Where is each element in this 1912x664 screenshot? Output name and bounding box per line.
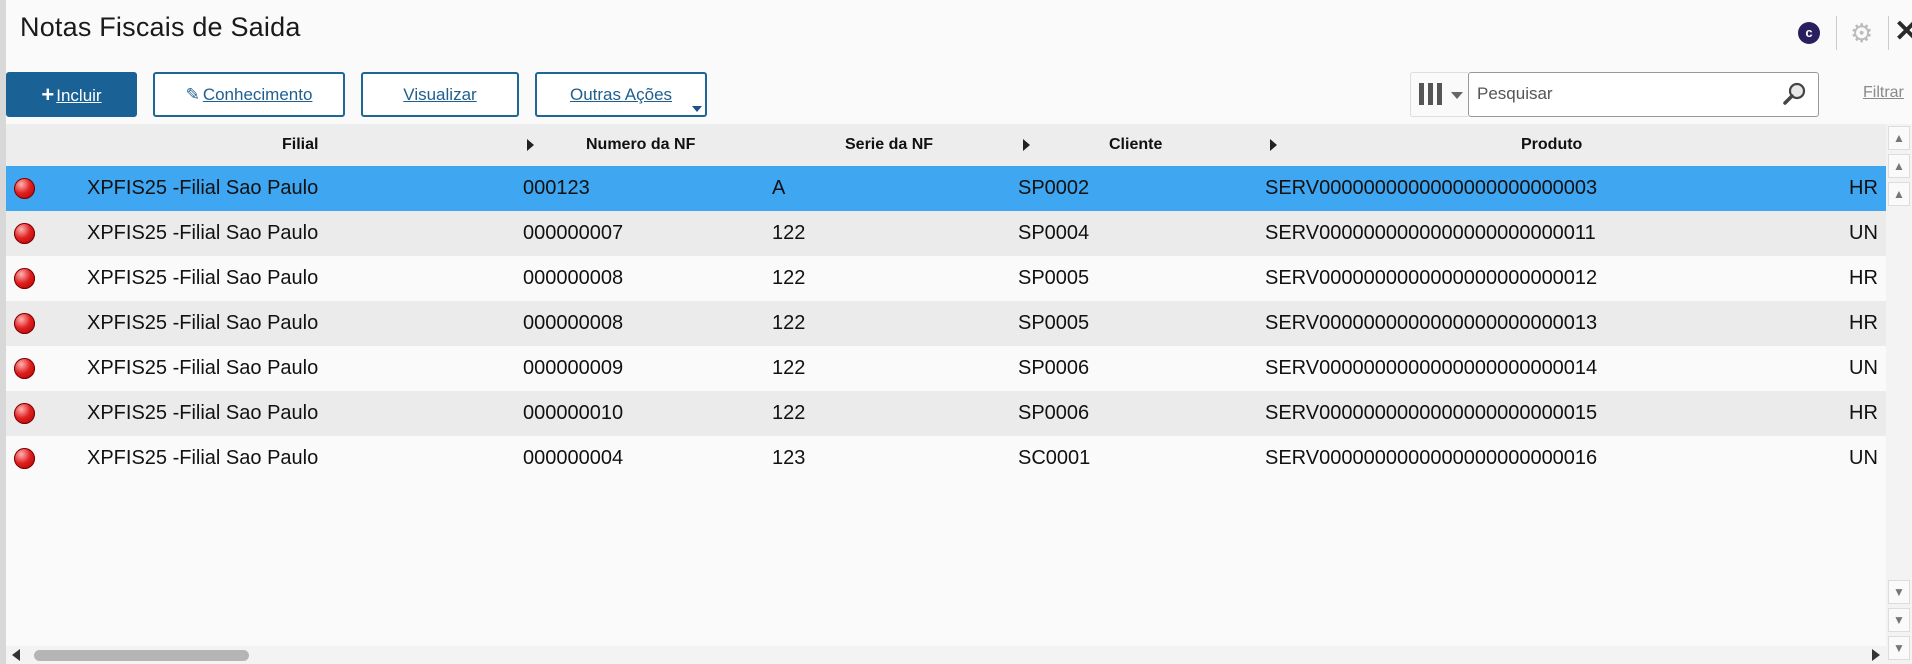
cell-serie: 122 bbox=[772, 267, 806, 289]
cell-serie: 123 bbox=[772, 447, 806, 469]
scroll-bottom-icon[interactable]: ▼ bbox=[1888, 636, 1910, 660]
cell-produto: SERV0000000000000000000000011 bbox=[1265, 222, 1596, 244]
status-red-icon bbox=[14, 223, 35, 244]
cell-serie: 122 bbox=[772, 312, 806, 334]
scroll-page-up-icon[interactable]: ▲ bbox=[1888, 154, 1910, 178]
divider bbox=[1888, 16, 1889, 50]
cell-numero: 000000008 bbox=[523, 267, 624, 289]
visualizar-button[interactable]: Visualizar bbox=[361, 72, 519, 117]
incluir-button[interactable]: + Incluir bbox=[6, 72, 137, 117]
sort-arrow-icon[interactable] bbox=[1270, 139, 1277, 151]
cell-filial: XPFIS25 -Filial Sao Paulo bbox=[87, 222, 319, 244]
sort-arrow-icon[interactable] bbox=[527, 139, 534, 151]
cell-cliente: SC0001 bbox=[1018, 447, 1091, 469]
table-row[interactable]: XPFIS25 -Filial Sao Paulo 000000004 123 … bbox=[6, 436, 1886, 481]
cell-produto: SERV0000000000000000000000003 bbox=[1265, 177, 1598, 199]
status-red-icon bbox=[14, 448, 35, 469]
cell-numero: 000000004 bbox=[523, 447, 624, 469]
table-header: Filial Numero da NF Serie da NF Cliente … bbox=[6, 124, 1886, 166]
cell-cliente: SP0006 bbox=[1018, 402, 1090, 424]
cell-numero: 000000009 bbox=[523, 357, 624, 379]
cell-unidade: UN bbox=[1849, 222, 1878, 244]
cell-cliente: SP0005 bbox=[1018, 267, 1090, 289]
column-header-filial[interactable]: Filial bbox=[282, 124, 318, 166]
cell-serie: 122 bbox=[772, 222, 806, 244]
cell-unidade: HR bbox=[1849, 177, 1878, 199]
data-grid: XPFIS25 -Filial Sao Paulo 000123 A SP000… bbox=[6, 166, 1886, 481]
table-row[interactable]: XPFIS25 -Filial Sao Paulo 000000008 122 … bbox=[6, 301, 1886, 346]
cell-filial: XPFIS25 -Filial Sao Paulo bbox=[87, 312, 319, 334]
cell-filial: XPFIS25 -Filial Sao Paulo bbox=[87, 267, 319, 289]
cell-produto: SERV0000000000000000000000012 bbox=[1265, 267, 1598, 289]
logo-icon[interactable]: c bbox=[1798, 22, 1820, 44]
conhecimento-button[interactable]: ✎ Conhecimento bbox=[153, 72, 345, 117]
sort-arrow-icon[interactable] bbox=[1023, 139, 1030, 151]
scroll-up-icon[interactable]: ▲ bbox=[1888, 182, 1910, 206]
cell-unidade: HR bbox=[1849, 312, 1878, 334]
column-header-produto[interactable]: Produto bbox=[1521, 124, 1582, 166]
table-row[interactable]: XPFIS25 -Filial Sao Paulo 000123 A SP000… bbox=[6, 166, 1886, 211]
column-header-cliente[interactable]: Cliente bbox=[1109, 124, 1162, 166]
column-selector-button[interactable] bbox=[1410, 72, 1468, 117]
scroll-left-icon[interactable] bbox=[12, 649, 20, 661]
cell-unidade: HR bbox=[1849, 267, 1878, 289]
table-row[interactable]: XPFIS25 -Filial Sao Paulo 000000007 122 … bbox=[6, 211, 1886, 256]
table-row[interactable]: XPFIS25 -Filial Sao Paulo 000000010 122 … bbox=[6, 391, 1886, 436]
scroll-page-down-icon[interactable]: ▼ bbox=[1888, 608, 1910, 632]
cell-produto: SERV0000000000000000000000014 bbox=[1265, 357, 1598, 379]
horizontal-scrollbar[interactable] bbox=[6, 646, 1886, 664]
filtrar-link[interactable]: Filtrar bbox=[1863, 84, 1904, 102]
scroll-right-icon[interactable] bbox=[1872, 649, 1880, 661]
chevron-down-icon bbox=[1451, 92, 1463, 99]
search-box bbox=[1468, 72, 1819, 117]
table-row[interactable]: XPFIS25 -Filial Sao Paulo 000000008 122 … bbox=[6, 256, 1886, 301]
cell-serie: A bbox=[772, 177, 786, 199]
status-red-icon bbox=[14, 268, 35, 289]
cell-filial: XPFIS25 -Filial Sao Paulo bbox=[87, 357, 319, 379]
search-input[interactable] bbox=[1469, 73, 1785, 114]
status-red-icon bbox=[14, 403, 35, 424]
cell-numero: 000000010 bbox=[523, 402, 624, 424]
cell-cliente: SP0005 bbox=[1018, 312, 1090, 334]
divider bbox=[1836, 16, 1837, 50]
cell-produto: SERV0000000000000000000000016 bbox=[1265, 447, 1598, 469]
page-title: Notas Fiscais de Saida bbox=[20, 12, 301, 42]
cell-numero: 000000007 bbox=[523, 222, 624, 244]
cell-cliente: SP0006 bbox=[1018, 357, 1090, 379]
close-icon[interactable]: ✕ bbox=[1894, 14, 1912, 50]
scroll-top-icon[interactable]: ▲ bbox=[1888, 126, 1910, 150]
cell-numero: 000123 bbox=[523, 177, 590, 199]
cell-serie: 122 bbox=[772, 357, 806, 379]
table-row[interactable]: XPFIS25 -Filial Sao Paulo 000000009 122 … bbox=[6, 346, 1886, 391]
outras-acoes-button[interactable]: Outras Ações bbox=[535, 72, 707, 117]
vertical-scrollbar[interactable]: ▲ ▲ ▲ ▼ ▼ ▼ bbox=[1886, 124, 1912, 664]
cell-produto: SERV0000000000000000000000015 bbox=[1265, 402, 1598, 424]
chevron-down-icon bbox=[692, 106, 702, 112]
gear-icon[interactable]: ⚙ bbox=[1850, 18, 1873, 48]
cell-unidade: HR bbox=[1849, 402, 1878, 424]
cell-filial: XPFIS25 -Filial Sao Paulo bbox=[87, 447, 319, 469]
columns-icon bbox=[1419, 83, 1445, 105]
plus-icon: + bbox=[41, 82, 55, 107]
column-header-numero-nf[interactable]: Numero da NF bbox=[586, 124, 695, 166]
cell-produto: SERV0000000000000000000000013 bbox=[1265, 312, 1598, 334]
search-icon[interactable] bbox=[1782, 81, 1808, 107]
status-red-icon bbox=[14, 358, 35, 379]
pencil-icon: ✎ bbox=[185, 85, 200, 104]
cell-cliente: SP0002 bbox=[1018, 177, 1090, 199]
cell-filial: XPFIS25 -Filial Sao Paulo bbox=[87, 177, 319, 199]
column-header-serie-nf[interactable]: Serie da NF bbox=[845, 124, 933, 166]
cell-unidade: UN bbox=[1849, 357, 1878, 379]
cell-filial: XPFIS25 -Filial Sao Paulo bbox=[87, 402, 319, 424]
cell-serie: 122 bbox=[772, 402, 806, 424]
cell-unidade: UN bbox=[1849, 447, 1878, 469]
status-red-icon bbox=[14, 313, 35, 334]
cell-numero: 000000008 bbox=[523, 312, 624, 334]
scroll-down-icon[interactable]: ▼ bbox=[1888, 580, 1910, 604]
status-red-icon bbox=[14, 178, 35, 199]
horizontal-scroll-thumb[interactable] bbox=[34, 650, 249, 661]
window-controls: c ⚙ ✕ bbox=[1752, 10, 1912, 54]
cell-cliente: SP0004 bbox=[1018, 222, 1090, 244]
